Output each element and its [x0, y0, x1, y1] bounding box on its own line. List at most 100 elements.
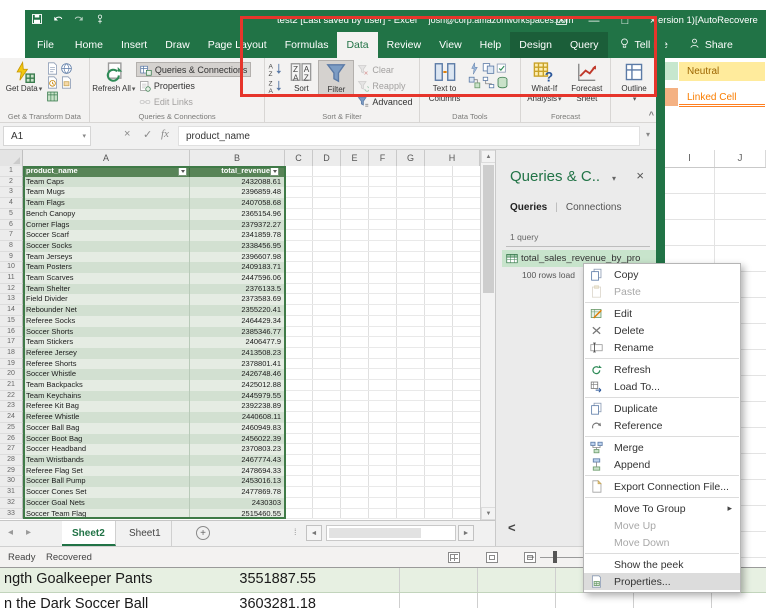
tab-page-layout[interactable]: Page Layout [199, 32, 276, 58]
restore-button[interactable]: □ [613, 10, 637, 32]
cell-total-revenue[interactable]: 2355220.41 [190, 305, 285, 316]
cell-product-name[interactable]: Referee Flag Set [23, 465, 190, 477]
consolidate-icon[interactable] [468, 76, 481, 89]
share-button[interactable]: Share [678, 32, 743, 58]
refresh-all-button[interactable]: Refresh All [92, 60, 136, 94]
menu-item-refresh[interactable]: Refresh [584, 361, 740, 378]
pane-tab-queries[interactable]: Queries [510, 202, 547, 213]
empty-cells[interactable] [285, 273, 480, 284]
manage-data-model-icon[interactable] [496, 76, 509, 89]
column-header-A[interactable]: A [23, 150, 190, 166]
text-to-columns-button[interactable]: Text to Columns [422, 60, 468, 103]
ribbon-display-options-icon[interactable] [549, 10, 573, 32]
empty-cells[interactable] [285, 240, 480, 252]
scrollbar-thumb[interactable] [483, 165, 494, 293]
column-header-E[interactable]: E [341, 150, 369, 166]
queries-connections-button[interactable]: Queries & Connections [135, 62, 252, 77]
cell-total-revenue[interactable]: 2440608.11 [190, 412, 285, 423]
cell-total-revenue[interactable]: 2467774.43 [190, 454, 285, 466]
tab-help[interactable]: Help [471, 32, 511, 58]
menu-item-move-to-group[interactable]: Move To Group ▸ [584, 500, 740, 517]
row-number[interactable]: 2 [0, 176, 23, 188]
cell-product-name[interactable]: Team Backpacks [23, 380, 190, 391]
cell-product-name[interactable]: Team Caps [23, 176, 190, 188]
empty-cells[interactable] [285, 390, 480, 402]
empty-cells[interactable] [285, 497, 480, 509]
cell-product-name[interactable]: Soccer Team Flag [23, 508, 190, 520]
empty-cells[interactable] [285, 433, 480, 445]
empty-cells[interactable] [285, 444, 480, 455]
row-number[interactable]: 4 [0, 198, 23, 209]
row-number[interactable]: 21 [0, 380, 23, 391]
column-header-D[interactable]: D [313, 150, 341, 166]
cell-product-name[interactable]: Soccer Boot Bag [23, 433, 190, 445]
page-layout-view-icon[interactable] [486, 552, 498, 563]
row-number[interactable]: 26 [0, 433, 23, 445]
cell-total-revenue[interactable]: 2432088.61 [190, 176, 285, 188]
menu-item-edit[interactable]: Edit [584, 305, 740, 322]
from-text-csv-icon[interactable] [46, 62, 59, 75]
sheet-tab-sheet1[interactable]: Sheet1 [119, 521, 172, 546]
menu-item-properties[interactable]: Properties... [584, 573, 740, 590]
menu-item-show-the-peek[interactable]: Show the peek [584, 556, 740, 573]
empty-cells[interactable] [285, 369, 480, 381]
recent-sources-icon[interactable] [46, 76, 59, 89]
remove-duplicates-icon[interactable] [482, 62, 495, 75]
outline-button[interactable]: Outline [613, 60, 655, 104]
empty-cells[interactable] [285, 176, 480, 188]
column-header-H[interactable]: H [425, 150, 480, 166]
cell-total-revenue[interactable]: 2365154.96 [190, 208, 285, 220]
row-number[interactable]: 9 [0, 251, 23, 263]
cell-total-revenue[interactable]: 2378801.41 [190, 358, 285, 370]
row-number[interactable]: 13 [0, 294, 23, 306]
cell-total-revenue[interactable]: 2396859.48 [190, 187, 285, 199]
cell-product-name[interactable]: Soccer Ball Pump [23, 476, 190, 488]
cell-product-name[interactable]: Soccer Headband [23, 444, 190, 455]
row-number[interactable]: 24 [0, 412, 23, 423]
cell-product-name[interactable]: Referee Kit Bag [23, 401, 190, 413]
row-number[interactable]: 1 [0, 166, 23, 177]
cell-total-revenue[interactable]: 2409183.71 [190, 262, 285, 274]
tell-me-button[interactable]: Tell me [608, 32, 678, 58]
pane-menu-caret-icon[interactable]: ▾ [612, 174, 616, 183]
row-number[interactable]: 5 [0, 208, 23, 220]
cell-total-revenue[interactable]: 2447596.06 [190, 273, 285, 284]
filter-dropdown-icon[interactable] [270, 166, 279, 176]
row-number[interactable]: 18 [0, 347, 23, 359]
row-number[interactable]: 8 [0, 240, 23, 252]
cell-product-name[interactable]: Team Jerseys [23, 251, 190, 263]
hscroll-right-icon[interactable]: ► [458, 525, 474, 541]
row-number[interactable]: 28 [0, 454, 23, 466]
empty-cells[interactable] [285, 358, 480, 370]
tab-design[interactable]: Design [510, 32, 561, 58]
cell-total-revenue[interactable]: 2373583.69 [190, 294, 285, 306]
tab-draw[interactable]: Draw [156, 32, 199, 58]
cell-total-revenue[interactable]: 2376133.5 [190, 283, 285, 295]
cell-product-name[interactable]: Team Mugs [23, 187, 190, 199]
column-header-G[interactable]: G [397, 150, 425, 166]
zoom-out-icon[interactable]: – [528, 551, 534, 563]
select-all-corner[interactable] [0, 150, 23, 166]
menu-item-load-to[interactable]: Load To... [584, 378, 740, 395]
cell-product-name[interactable]: Team Scarves [23, 273, 190, 284]
menu-item-append[interactable]: Append [584, 456, 740, 473]
cell-product-name[interactable]: Corner Flags [23, 219, 190, 231]
row-number[interactable]: 7 [0, 230, 23, 241]
cell-product-name[interactable]: Team Wristbands [23, 454, 190, 466]
existing-connections-icon[interactable] [60, 76, 73, 89]
cell-total-revenue[interactable]: 2338456.95 [190, 240, 285, 252]
empty-cells[interactable] [285, 380, 480, 391]
column-header-F[interactable]: F [369, 150, 397, 166]
scroll-down-icon[interactable]: ▼ [481, 507, 496, 520]
empty-cells[interactable] [285, 508, 480, 520]
from-web-icon[interactable] [60, 62, 73, 75]
vertical-scrollbar[interactable]: ▲ ▼ [480, 150, 496, 520]
empty-cells[interactable] [285, 454, 480, 466]
filter-ribbon-button[interactable]: Filter [318, 60, 355, 96]
menu-item-delete[interactable]: Delete [584, 322, 740, 339]
empty-cells[interactable] [285, 476, 480, 488]
tab-file[interactable]: File [25, 32, 66, 58]
pane-scroll-left-icon[interactable]: < [508, 520, 516, 535]
horizontal-scrollbar[interactable] [326, 525, 456, 541]
empty-cells[interactable] [285, 208, 480, 220]
